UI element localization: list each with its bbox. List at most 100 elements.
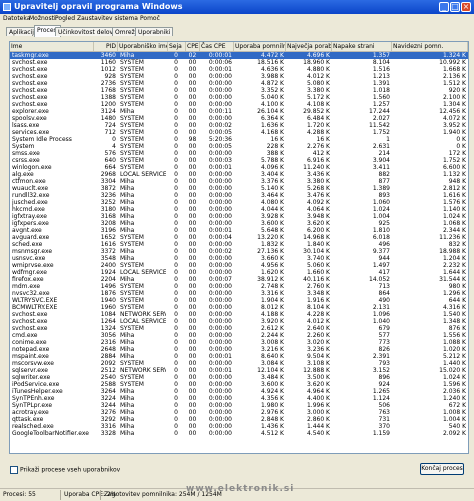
menu-options[interactable]: Možnosti — [29, 15, 56, 22]
process-row[interactable]: smss.exe 576 SYSTEM 0 00 0:00:00 388 K 412 K 214… — [10, 150, 468, 157]
process-row[interactable]: svchost.exe 1388 SYSTEM 0 00 0:00:00 5.040 K 5.… — [10, 94, 468, 101]
process-row[interactable]: WLTRYSVC.EXE 1940 SYSTEM 0 00 0:00:00 1.904 K1… — [10, 297, 468, 304]
tab-users[interactable]: Uporabniki — [135, 27, 174, 36]
process-row[interactable]: mdm.exe 1496 SYSTEM 0 00 0:00:00 2.748 K 2.760 … — [10, 283, 468, 290]
cell-name: rundll32.exe — [12, 192, 50, 199]
process-row[interactable]: hkcmd.exe 3180 Miha 0 00 0:00:00 4.044 K 4.064 … — [10, 206, 468, 213]
menu-view[interactable]: Pogled — [55, 15, 75, 22]
process-row[interactable]: sqlwriter.exe 2540 SYSTEM 0 00 0:00:00 3.484 K… — [10, 374, 468, 381]
process-row[interactable]: acrotray.exe 3276 Miha 0 00 0:00:00 2.976 K 3.0… — [10, 409, 468, 416]
process-row[interactable]: csrss.exe 640 SYSTEM 0 00 0:00:03 5.788 K 6.916… — [10, 157, 468, 164]
process-row[interactable]: svchost.exe 1264 LOCAL SERVICE 0 00 0:00:00 3.… — [10, 318, 468, 325]
process-row[interactable]: igfxpers.exe 3208 Miha 0 00 0:00:00 3.600 K 3.6… — [10, 220, 468, 227]
cell-vm: 1.644 K — [442, 269, 466, 276]
process-row[interactable]: igfxtray.exe 3168 Miha 0 00 0:00:00 3.928 K 3.9… — [10, 213, 468, 220]
process-row[interactable]: avgnt.exe 3196 Miha 0 00 0:00:01 5.648 K 6.200 … — [10, 227, 468, 234]
col-cpu[interactable]: CPE — [186, 42, 200, 51]
process-row[interactable]: System Idle Process 0 SYSTEM 0 98 5:20:36 16 K… — [10, 136, 468, 143]
process-row[interactable]: firefox.exe 2204 Miha 0 00 0:00:07 38.912 K 40.… — [10, 276, 468, 283]
cell-time: 0:00:01 — [208, 164, 232, 171]
cell-time: 0:00:00 — [208, 213, 232, 220]
cell-time: 0:00:00 — [208, 171, 232, 178]
cell-peak: 4.092 K — [306, 199, 330, 206]
maximize-button[interactable]: □ — [450, 2, 460, 12]
cell-faults: 826 — [378, 346, 390, 353]
process-row[interactable]: cmd.exe 3056 Miha 0 00 0:00:00 2.244 K 2.260 K5… — [10, 332, 468, 339]
process-row[interactable]: wuauclt.exe 3872 Miha 0 00 0:00:00 5.140 K 5.26… — [10, 185, 468, 192]
process-row[interactable]: wdfmgr.exe 1924 LOCAL SERVICE 0 00 0:00:00 1.6… — [10, 269, 468, 276]
process-row[interactable]: usnsvc.exe 3548 Miha 0 00 0:00:00 3.660 K 3.740… — [10, 255, 468, 262]
cell-mem: 5.788 K — [260, 157, 284, 164]
cell-vm: 172 K — [448, 150, 466, 157]
process-row[interactable]: SynTPLpr.exe 3244 Miha 0 00 0:00:00 1.980 K 1.9… — [10, 402, 468, 409]
process-row[interactable]: svchost.exe 2736 SYSTEM 0 00 0:00:00 4.872 K 5.… — [10, 80, 468, 87]
process-row[interactable]: explorer.exe 3124 Miha 0 00 0:00:11 26.104 K 29… — [10, 108, 468, 115]
process-row[interactable]: iPodService.exe 2588 SYSTEM 0 00 0:00:00 3.600… — [10, 381, 468, 388]
process-row[interactable]: realsched.exe 3316 Miha 0 00 0:00:00 1.436 K 1.… — [10, 423, 468, 430]
process-row[interactable]: alg.exe 2968 LOCAL SERVICE 0 00 0:00:00 3.404 … — [10, 171, 468, 178]
cell-pid: 3372 — [100, 248, 116, 255]
process-row[interactable]: SynTPEnh.exe 3224 Miha 0 00 0:00:00 4.356 K 4.4… — [10, 395, 468, 402]
process-row[interactable]: mscorsvw.exe 2092 SYSTEM 0 00 0:00:00 3.084 K3… — [10, 360, 468, 367]
col-vm[interactable]: Navidezni pomn. — [392, 42, 468, 51]
show-all-checkbox[interactable] — [10, 466, 18, 474]
minimize-button[interactable]: _ — [439, 2, 449, 12]
process-row[interactable]: winlogon.exe 664 SYSTEM 0 00 0:00:01 4.096 K 11… — [10, 164, 468, 171]
process-row[interactable]: lsass.exe 724 SYSTEM 0 00 0:00:02 1.636 K 1.720… — [10, 122, 468, 129]
process-row[interactable]: services.exe 712 SYSTEM 0 00 0:00:05 4.168 K 4.… — [10, 129, 468, 136]
menu-help[interactable]: Pomoč — [140, 15, 160, 22]
process-row[interactable]: qttask.exe 3292 Miha 0 00 0:00:00 2.848 K 2.860… — [10, 416, 468, 423]
show-all-processes-label[interactable]: Prikaži procese vseh uporabnikov — [10, 466, 120, 474]
cell-mem: 8.012 K — [260, 304, 284, 311]
process-row[interactable]: iTunesHelper.exe 3264 Miha 0 00 0:00:00 4.924 … — [10, 388, 468, 395]
cell-cpu: 00 — [188, 353, 197, 360]
process-row[interactable]: svchost.exe 928 SYSTEM 0 00 0:00:00 3.988 K 4.0… — [10, 73, 468, 80]
cell-peak: 4.880 K — [306, 66, 330, 73]
col-pid[interactable]: PID — [94, 42, 118, 51]
process-row[interactable]: GoogleToolbarNotifier.exe 3328 Miha 0 00 0:00… — [10, 430, 468, 437]
process-list[interactable]: Ime PID Uporabniško ime Seja CPE Čas CPE… — [9, 41, 469, 454]
process-row[interactable]: svchost.exe 1200 SYSTEM 0 00 0:00:00 4.100 K 4.… — [10, 101, 468, 108]
process-row[interactable]: spoolsv.exe 1480 SYSTEM 0 00 0:00:00 6.364 K 6.… — [10, 115, 468, 122]
col-mem[interactable]: Uporaba pomnilnika — [234, 42, 286, 51]
process-row[interactable]: taskmgr.exe 3460 Miha 0 02 0:00:01 4.472 K 4.69… — [10, 52, 468, 59]
cell-vm: 0 K — [456, 143, 466, 150]
process-row[interactable]: svchost.exe 1768 SYSTEM 0 00 0:00:00 3.352 K 3.… — [10, 87, 468, 94]
process-row[interactable]: sched.exe 1616 SYSTEM 0 00 0:00:00 1.832 K 1.84… — [10, 241, 468, 248]
close-button[interactable]: × — [461, 2, 471, 12]
col-faults[interactable]: Napake strani — [332, 42, 392, 51]
process-row[interactable]: wmiprvse.exe 2400 SYSTEM 0 00 0:00:00 4.956 K5… — [10, 262, 468, 269]
col-name[interactable]: Ime — [10, 42, 94, 51]
col-user[interactable]: Uporabniško ime — [118, 42, 168, 51]
process-row[interactable]: svchost.exe1084NETWORK SERVICE0000:00:00… — [10, 311, 468, 318]
process-row[interactable]: ctfmon.exe 3304 Miha 0 00 0:00:00 3.376 K 3.380… — [10, 178, 468, 185]
process-row[interactable]: jusched.exe 3252 Miha 0 00 0:00:00 4.080 K 4.09… — [10, 199, 468, 206]
col-session[interactable]: Seja — [168, 42, 186, 51]
process-row[interactable]: mspaint.exe 2884 Miha 0 00 0:00:01 8.640 K 9.50… — [10, 353, 468, 360]
process-row[interactable]: avguard.exe 1652 SYSTEM 0 00 0:00:04 13.220 K1… — [10, 234, 468, 241]
process-row[interactable]: svchost.exe 1012 SYSTEM 0 00 0:00:01 4.636 K 4.… — [10, 66, 468, 73]
menu-shutdown[interactable]: Zaustavitev sistema — [77, 15, 138, 22]
process-row[interactable]: notepad.exe 2648 Miha 0 00 0:00:00 3.216 K 3.23… — [10, 346, 468, 353]
title-bar[interactable]: Upravitelj opravil programa Windows _ □ … — [0, 0, 474, 14]
process-row[interactable]: BCMWLTRY.EXE 1960 SYSTEM 0 00 0:00:00 8.012 K8… — [10, 304, 468, 311]
process-row[interactable]: System 4 SYSTEM 0 00 0:00:05 228 K 2.276 K 2.631… — [10, 143, 468, 150]
cell-time: 0:00:00 — [208, 346, 232, 353]
process-row[interactable]: nvsvc32.exe 1876 SYSTEM 0 00 0:00:00 3.316 K 3.… — [10, 290, 468, 297]
end-process-button[interactable]: Končaj proces — [420, 463, 464, 475]
process-row[interactable]: svchost.exe 1160 SYSTEM 0 00 0:00:06 18.516 K1… — [10, 59, 468, 66]
col-peak[interactable]: Največja poraba — [286, 42, 332, 51]
cell-cpu: 00 — [188, 360, 197, 367]
col-cpu-time[interactable]: Čas CPE — [200, 42, 234, 51]
cell-pid: 3236 — [100, 192, 116, 199]
process-row[interactable]: svchost.exe 1324 SYSTEM 0 00 0:00:00 2.612 K 2.… — [10, 325, 468, 332]
process-row[interactable]: sqlservr.exe2512NETWORK SERVICE0000:00:0… — [10, 367, 468, 374]
process-row[interactable]: conime.exe 2316 Miha 0 00 0:00:00 3.008 K 3.020… — [10, 339, 468, 346]
cell-peak: 5.268 K — [306, 185, 330, 192]
process-row[interactable]: rundll32.exe 3236 Miha 0 00 0:00:00 3.464 K 3.4… — [10, 192, 468, 199]
cell-name: svchost.exe — [12, 59, 48, 66]
menu-file[interactable]: Datoteka — [3, 15, 30, 22]
cell-faults: 944 — [378, 255, 390, 262]
cell-vm: 15.020 K — [439, 367, 466, 374]
process-row[interactable]: msnmsgr.exe 3372 Miha 0 00 0:00:02 27.136 K 30.… — [10, 248, 468, 255]
